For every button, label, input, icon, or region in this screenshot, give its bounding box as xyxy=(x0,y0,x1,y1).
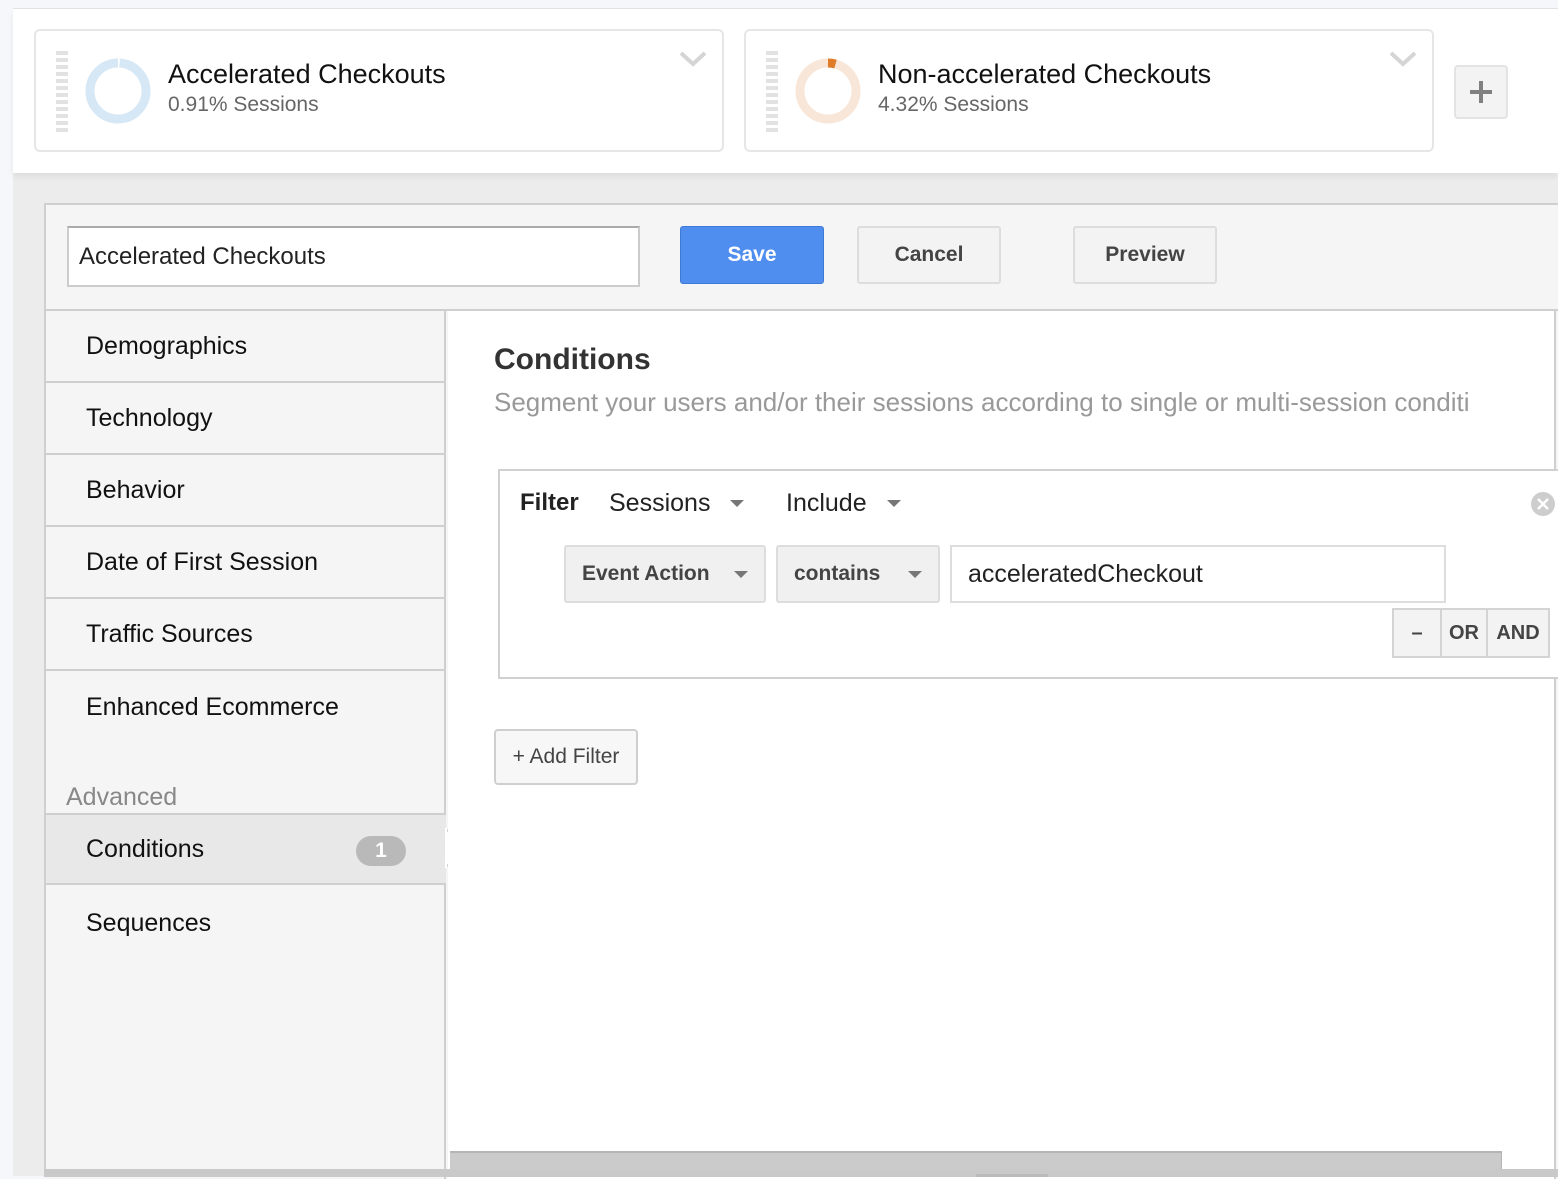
sidebar-item-label: Traffic Sources xyxy=(86,620,253,649)
include-dropdown[interactable]: Include xyxy=(786,489,901,518)
conditions-panel: Conditions Segment your users and/or the… xyxy=(448,311,1556,1179)
drag-handle-icon[interactable] xyxy=(766,51,778,135)
caret-down-icon xyxy=(730,500,744,507)
segment-bar: Accelerated Checkouts 0.91% Sessions Non… xyxy=(13,9,1558,173)
sidebar-item-label: Conditions xyxy=(86,835,204,864)
condition-value-input[interactable] xyxy=(950,545,1446,603)
sidebar-item-technology[interactable]: Technology xyxy=(46,383,446,455)
segment-donut-chart xyxy=(794,57,862,125)
panel-title: Conditions xyxy=(494,343,651,377)
donut-value-arc xyxy=(828,63,836,64)
segment-title: Non-accelerated Checkouts xyxy=(878,59,1211,90)
preview-button[interactable]: Preview xyxy=(1073,226,1217,284)
include-value: Include xyxy=(786,489,867,518)
save-button[interactable]: Save xyxy=(680,226,824,284)
caret-down-icon xyxy=(734,571,748,578)
cancel-button[interactable]: Cancel xyxy=(857,226,1001,284)
sidebar-item-label: Sequences xyxy=(86,909,211,938)
sidebar-item-enhanced-ecommerce[interactable]: Enhanced Ecommerce xyxy=(46,671,446,743)
dimension-dropdown[interactable]: Event Action xyxy=(564,545,766,603)
sidebar-item-label: Technology xyxy=(86,404,212,433)
sidebar-item-date-of-first-session[interactable]: Date of First Session xyxy=(46,527,446,599)
segment-card[interactable]: Non-accelerated Checkouts 4.32% Sessions xyxy=(744,29,1434,152)
sidebar-item-traffic-sources[interactable]: Traffic Sources xyxy=(46,599,446,671)
sidebar-heading-advanced: Advanced xyxy=(66,783,177,812)
sidebar-item-conditions[interactable]: Conditions 1 xyxy=(46,813,446,885)
dimension-value: Event Action xyxy=(582,562,710,586)
add-filter-button[interactable]: + Add Filter xyxy=(494,729,638,785)
chevron-down-icon[interactable] xyxy=(1388,49,1418,69)
segment-title: Accelerated Checkouts xyxy=(168,59,446,90)
sidebar-item-label: Date of First Session xyxy=(86,548,318,577)
operator-dropdown[interactable]: contains xyxy=(776,545,940,603)
filter-label: Filter xyxy=(520,489,579,517)
count-badge: 1 xyxy=(356,836,406,866)
donut-ring xyxy=(800,63,856,119)
segment-card[interactable]: Accelerated Checkouts 0.91% Sessions xyxy=(34,29,724,152)
caret-down-icon xyxy=(887,500,901,507)
segment-subtitle: 4.32% Sessions xyxy=(878,93,1029,117)
sidebar-item-label: Enhanced Ecommerce xyxy=(86,693,339,722)
scope-dropdown[interactable]: Sessions xyxy=(609,489,744,518)
logic-button-group: – OR AND xyxy=(1392,608,1550,658)
remove-filter-icon[interactable] xyxy=(1530,491,1556,517)
horizontal-scrollbar[interactable] xyxy=(450,1151,1502,1171)
chevron-down-icon[interactable] xyxy=(678,49,708,69)
scope-value: Sessions xyxy=(609,489,710,518)
sidebar-item-label: Demographics xyxy=(86,332,247,361)
page: Accelerated Checkouts 0.91% Sessions Non… xyxy=(13,8,1558,1176)
sidebar-item-sequences[interactable]: Sequences xyxy=(46,887,446,959)
drag-handle-icon[interactable] xyxy=(56,51,68,135)
segment-subtitle: 0.91% Sessions xyxy=(168,93,319,117)
donut-ring xyxy=(90,63,146,119)
operator-value: contains xyxy=(794,562,880,586)
add-segment-button[interactable] xyxy=(1454,65,1508,119)
or-button[interactable]: OR xyxy=(1442,610,1488,656)
sidebar: Demographics Technology Behavior Date of… xyxy=(46,311,446,1179)
sidebar-item-label: Behavior xyxy=(86,476,185,505)
panel-description: Segment your users and/or their sessions… xyxy=(494,387,1469,418)
remove-condition-button[interactable]: – xyxy=(1394,610,1442,656)
plus-icon xyxy=(1469,80,1493,104)
sidebar-item-behavior[interactable]: Behavior xyxy=(46,455,446,527)
caret-down-icon xyxy=(908,571,922,578)
and-button[interactable]: AND xyxy=(1488,610,1548,656)
sidebar-item-demographics[interactable]: Demographics xyxy=(46,311,446,383)
segment-donut-chart xyxy=(84,57,152,125)
filter-block: Filter Sessions Include Event Action xyxy=(498,469,1558,679)
segment-name-input[interactable] xyxy=(67,226,640,287)
segment-editor: Save Cancel Preview Demographics Technol… xyxy=(44,203,1558,1177)
